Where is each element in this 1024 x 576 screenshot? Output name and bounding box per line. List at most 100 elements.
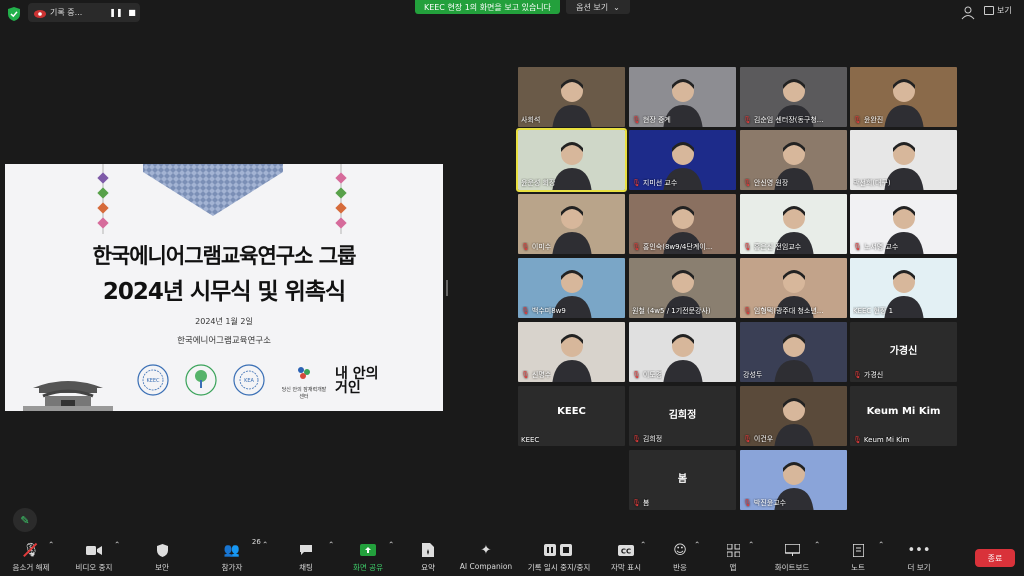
participants-button[interactable]: 👥 26 참가자 [214, 538, 261, 573]
mic-muted-icon: 🎙 [853, 371, 862, 379]
svg-text:KEEC: KEEC [146, 378, 160, 384]
participant-tile[interactable]: 윤운성 회장 [516, 128, 627, 192]
chevron-down-icon: ⌄ [613, 2, 620, 12]
stop-recording-button[interactable]: ■ [124, 8, 140, 17]
participant-tile[interactable]: 🎙 현장 중계 [629, 67, 736, 127]
pause-recording-button[interactable]: ❚❚ [108, 8, 124, 17]
person-icon[interactable] [960, 5, 976, 21]
participant-tile[interactable]: 🎙 안신영 원장 [740, 130, 847, 190]
mic-muted-icon: 🎙 [853, 436, 862, 444]
participant-tile[interactable]: 🎙 신명수 [518, 322, 625, 382]
whiteboard-button[interactable]: 화이트보드 [770, 540, 814, 573]
participant-name: 윤완진 [863, 116, 884, 124]
tree-logo-icon [185, 364, 217, 396]
share-screen-button[interactable]: 화면 공유 [348, 540, 388, 573]
participant-tile[interactable]: 🎙 홍인숙(8w9/4단계이... [629, 194, 736, 254]
participant-tile[interactable]: 봄 🎙 봄 [629, 450, 736, 510]
resize-handle[interactable] [446, 280, 448, 296]
participant-tile[interactable]: 가경신 🎙 가경신 [850, 322, 957, 382]
participant-tile[interactable]: 🎙 윤완진 [850, 67, 957, 127]
participant-name-tag: 🎙 김순임 센터장(동구청... [743, 115, 823, 125]
pencil-icon[interactable]: ✎ [13, 508, 37, 532]
participant-name: 사회석 [521, 116, 541, 124]
ai-companion-button[interactable]: ✦ AI Companion [458, 540, 514, 572]
participants-label: 참가자 [221, 563, 243, 572]
view-options-button[interactable]: 옵션 보기 ⌄ [566, 0, 630, 14]
participant-tile[interactable]: 🎙 박진윤교수 [740, 450, 847, 510]
view-button[interactable]: 보기 [984, 5, 1012, 16]
chevron-up-icon[interactable]: ⌃ [328, 540, 334, 549]
slide-org: 한국에니어그램교육연구소 [177, 336, 271, 346]
participant-name: 백수미8w9 [531, 307, 566, 315]
participant-tile[interactable]: Keum Mi Kim 🎙 Keum Mi Kim [850, 386, 957, 446]
chevron-up-icon[interactable]: ⌃ [814, 540, 820, 549]
participant-tile[interactable]: 🎙 이미수 [518, 194, 625, 254]
participant-name-tag: 🎙 윤완진 [853, 115, 883, 125]
security-button[interactable]: 보안 [148, 540, 176, 573]
participant-name-tag: 🎙 홍은신 전임교수 [743, 242, 801, 252]
security-label: 보안 [155, 563, 169, 572]
participant-tile[interactable]: 박선희(대구) [850, 130, 957, 190]
mic-muted-icon: 🎙 [521, 243, 530, 251]
participant-tile[interactable]: 🎙 백수미8w9 [518, 258, 625, 318]
participant-tile[interactable]: 🎙 이도경 [629, 322, 736, 382]
participant-tile[interactable]: 🎙 임형택(광주대 청소년... [740, 258, 847, 318]
smiley-icon: ☺ [673, 542, 687, 558]
chat-button[interactable]: 채팅 [292, 540, 320, 573]
brand-logo: 내 안의 거인 [335, 366, 379, 396]
chevron-up-icon[interactable]: ⌃ [48, 540, 54, 549]
participant-tile[interactable]: 사회석 [518, 67, 625, 127]
mic-muted-icon: 🎙 [521, 371, 530, 379]
pause-stop-icon [544, 540, 574, 560]
chevron-up-icon[interactable]: ⌃ [878, 540, 884, 549]
cloud-record-icon [34, 9, 46, 18]
participant-name-tag: 🎙 이도경 [632, 370, 662, 380]
participant-name: KEEC [521, 436, 540, 444]
recording-label: 기록 중... [50, 8, 83, 17]
chat-icon [299, 540, 313, 560]
participant-name: 홍은신 전임교수 [753, 243, 802, 251]
chevron-up-icon[interactable]: ⌃ [114, 540, 120, 549]
end-meeting-button[interactable]: 종료 [975, 549, 1015, 567]
record-button[interactable]: 기록 일시 중지/중지 [522, 540, 596, 573]
participant-tile[interactable]: 강성두 [740, 322, 847, 382]
participant-tile[interactable]: 🎙 이건우 [740, 386, 847, 446]
notes-button[interactable]: 노트 [846, 540, 870, 573]
participant-name-tag: 🎙 가경신 [853, 370, 883, 380]
captions-button[interactable]: CC 자막 표시 [608, 540, 644, 573]
apps-button[interactable]: 앱 [724, 540, 742, 573]
chevron-up-icon[interactable]: ⌃ [694, 540, 700, 549]
chevron-up-icon[interactable]: ⌃ [388, 540, 394, 549]
chevron-up-icon[interactable]: ⌃ [262, 540, 268, 549]
participant-tile[interactable]: KEEC 현장 1 [850, 258, 957, 318]
video-button[interactable]: 비디오 중지 [70, 540, 118, 573]
notes-icon [852, 540, 864, 560]
chevron-up-icon[interactable]: ⌃ [640, 540, 646, 549]
chevron-up-icon[interactable]: ⌃ [748, 540, 754, 549]
participant-tile[interactable]: KEEC KEEC [518, 386, 625, 446]
participant-tile[interactable]: 🎙 노서영 교수 [850, 194, 957, 254]
summary-button[interactable]: 요약 [416, 540, 440, 573]
participant-tile[interactable]: 원철 (4w5 / 1기전문강사) [629, 258, 736, 318]
participant-tile[interactable]: 김희정 🎙 김희정 [629, 386, 736, 446]
sparkle-icon: ✦ [480, 542, 492, 558]
mic-muted-icon: 🎙 [632, 116, 641, 124]
shield-icon[interactable] [8, 7, 20, 21]
participant-tile[interactable]: 🎙 홍은신 전임교수 [740, 194, 847, 254]
participant-name-tag: 원철 (4w5 / 1기전문강사) [632, 306, 711, 316]
kea-logo-icon: KEA [233, 364, 265, 396]
meeting-toolbar: 🎙 음소거 해제 ⌃ 비디오 중지 ⌃ 보안 👥 26 참가자 ⌃ 채팅 ⌃ 화면 공… [0, 538, 1024, 576]
participant-tile[interactable]: 🎙 김순임 센터장(동구청... [740, 67, 847, 127]
keec-logo-icon: KEEC [137, 364, 169, 396]
reactions-button[interactable]: ☺ 반응 [668, 540, 692, 573]
more-button[interactable]: ••• 더 보기 [902, 540, 936, 573]
participant-name: 노서영 교수 [863, 243, 899, 251]
participant-name-tag: 🎙 홍인숙(8w9/4단계이... [632, 242, 712, 252]
mic-muted-icon: 🎙 [632, 179, 641, 187]
mic-muted-icon: 🎙 [632, 499, 641, 507]
share-label: 화면 공유 [353, 563, 383, 572]
mic-muted-icon: 🎙 [743, 435, 752, 443]
participant-tile[interactable]: 🎙 지미선 교수 [629, 130, 736, 190]
slide-title: 한국에니어그램교육연구소 그룹 [92, 244, 357, 268]
mute-label: 음소거 해제 [12, 563, 50, 572]
